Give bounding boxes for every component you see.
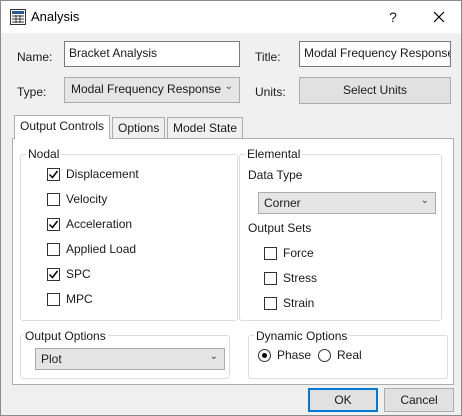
dynamic-options-title: Dynamic Options xyxy=(254,329,350,343)
data-type-label: Data Type xyxy=(248,168,303,182)
title-bar: Analysis ? xyxy=(1,1,461,33)
phase-radio[interactable] xyxy=(258,349,271,362)
output-controls-panel: Nodal Displacement Velocity Acceleration… xyxy=(12,138,454,385)
tab-output-controls[interactable]: Output Controls xyxy=(14,115,111,139)
tab-options[interactable]: Options xyxy=(112,117,166,139)
acceleration-checkbox[interactable] xyxy=(47,218,60,231)
spc-label: SPC xyxy=(66,267,91,281)
applied-load-checkbox[interactable] xyxy=(47,243,60,256)
type-label: Type: xyxy=(17,85,47,99)
elemental-group-title: Elemental xyxy=(245,147,303,161)
velocity-label: Velocity xyxy=(66,192,108,206)
mpc-checkbox[interactable] xyxy=(47,293,60,306)
applied-load-label: Applied Load xyxy=(66,242,137,256)
stress-label: Stress xyxy=(283,271,318,285)
chevron-down-icon: ⌄ xyxy=(209,351,218,362)
spc-checkbox[interactable] xyxy=(47,268,60,281)
displacement-checkbox[interactable] xyxy=(47,168,60,181)
real-label: Real xyxy=(337,348,362,362)
output-options-title: Output Options xyxy=(23,329,108,343)
units-label: Units: xyxy=(255,85,286,99)
help-button[interactable]: ? xyxy=(381,5,405,29)
chevron-down-icon: ⌄ xyxy=(420,195,429,206)
force-label: Force xyxy=(283,246,314,260)
chevron-down-icon: ⌄ xyxy=(224,81,233,92)
acceleration-label: Acceleration xyxy=(66,217,133,231)
strain-checkbox[interactable] xyxy=(264,297,277,310)
output-options-select[interactable]: Plot ⌄ xyxy=(35,348,225,370)
name-label: Name: xyxy=(17,50,53,64)
output-options-value: Plot xyxy=(41,352,62,366)
force-checkbox[interactable] xyxy=(264,247,277,260)
mpc-label: MPC xyxy=(66,292,93,306)
output-sets-label: Output Sets xyxy=(248,221,312,235)
select-units-button[interactable]: Select Units xyxy=(299,77,451,104)
ok-button[interactable]: OK xyxy=(308,388,378,412)
type-select[interactable]: Modal Frequency Response ⌄ xyxy=(64,77,240,103)
data-type-value: Corner xyxy=(264,196,301,210)
title-label: Title: xyxy=(255,50,281,64)
stress-checkbox[interactable] xyxy=(264,272,277,285)
displacement-label: Displacement xyxy=(66,167,139,181)
app-grid-icon xyxy=(10,9,26,25)
type-select-value: Modal Frequency Response xyxy=(71,82,222,96)
title-input[interactable]: Modal Frequency Response xyxy=(299,41,451,67)
strain-label: Strain xyxy=(283,296,315,310)
window-title: Analysis xyxy=(31,9,80,24)
tab-model-state[interactable]: Model State xyxy=(167,117,244,139)
close-icon xyxy=(433,11,445,23)
data-type-select[interactable]: Corner ⌄ xyxy=(258,192,436,214)
nodal-group-title: Nodal xyxy=(26,147,62,161)
velocity-checkbox[interactable] xyxy=(47,193,60,206)
real-radio[interactable] xyxy=(318,349,331,362)
close-button[interactable] xyxy=(425,5,453,29)
analysis-dialog: Analysis ? Name: Bracket Analysis Title:… xyxy=(0,0,462,416)
phase-label: Phase xyxy=(277,348,312,362)
cancel-button[interactable]: Cancel xyxy=(384,388,454,412)
name-input[interactable]: Bracket Analysis xyxy=(64,41,240,67)
